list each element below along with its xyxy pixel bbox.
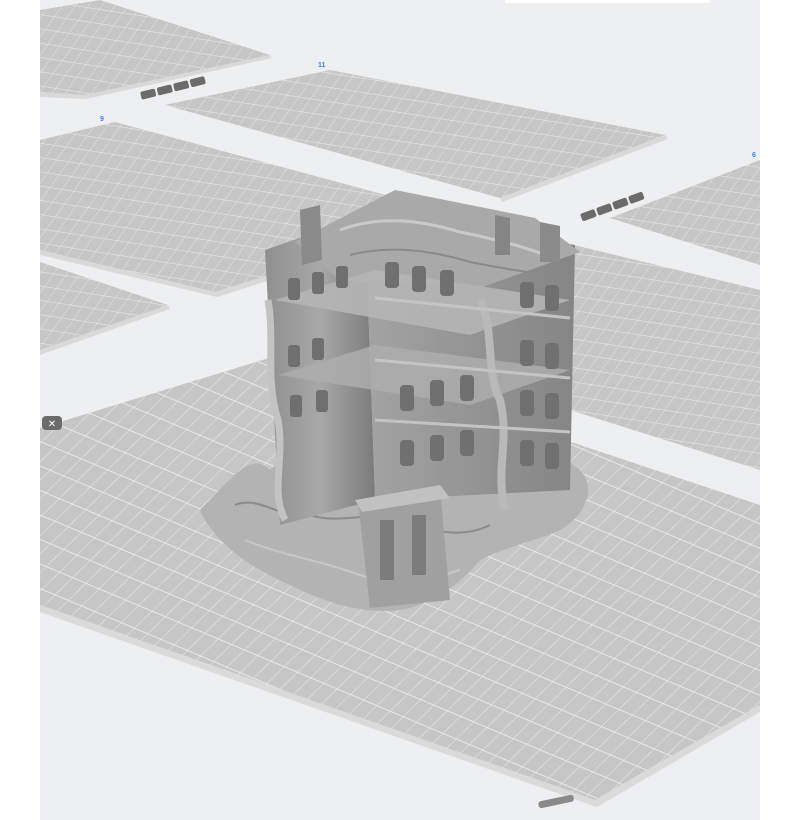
close-icon[interactable]	[189, 76, 206, 87]
arrange-icon[interactable]	[580, 209, 597, 222]
plate-delete-button[interactable]: ✕	[42, 416, 62, 430]
arrange-icon[interactable]	[140, 88, 157, 100]
orient-icon[interactable]	[156, 84, 173, 96]
plate-top-left[interactable]	[40, 0, 272, 99]
plate-label-top-center: 11	[318, 62, 326, 69]
close-icon[interactable]	[628, 191, 645, 204]
lock-icon[interactable]	[173, 80, 190, 92]
plate-right-middle[interactable]	[545, 238, 760, 470]
plate-handle[interactable]	[538, 794, 575, 809]
plate-label-right-upper: 6	[752, 152, 756, 159]
lock-icon[interactable]	[612, 197, 629, 210]
plate-label-middle-left: 9	[100, 116, 104, 123]
plate-right-upper[interactable]: 6	[610, 152, 760, 265]
close-icon: ✕	[48, 419, 56, 430]
3d-viewport[interactable]: 11 9 6 ✕	[40, 0, 760, 820]
orient-icon[interactable]	[596, 203, 613, 216]
build-plate-scene[interactable]: 11 9 6 ✕	[40, 0, 760, 820]
